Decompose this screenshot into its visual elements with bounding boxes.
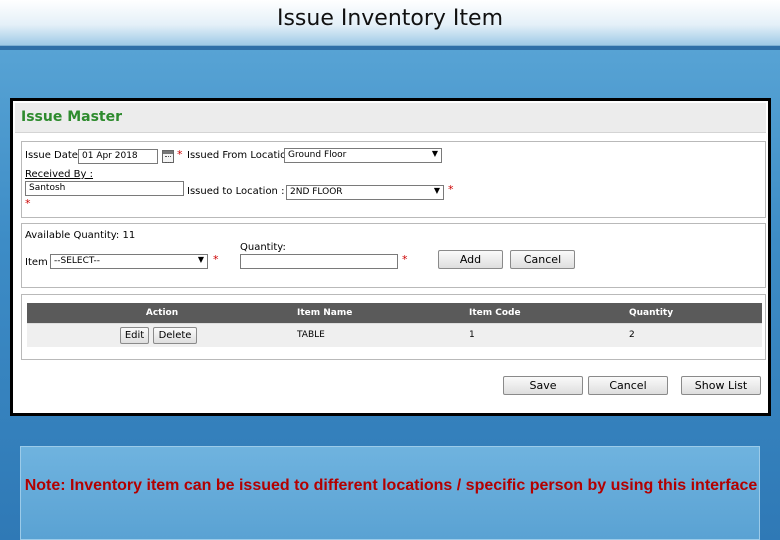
issued-from-value: Ground Floor (288, 150, 347, 160)
note-box: Note: Inventory item can be issued to di… (20, 446, 760, 540)
show-list-button[interactable]: Show List (681, 376, 761, 395)
chevron-down-icon: ▼ (197, 255, 204, 264)
add-button[interactable]: Add (438, 250, 503, 269)
quantity-required-mark: * (402, 253, 408, 266)
available-quantity-label: Available Quantity: 11 (25, 230, 136, 241)
table-header-row: Action Item Name Item Code Quantity (27, 303, 762, 323)
issued-from-label: Issued From Location: (187, 150, 297, 161)
issue-date-required-mark: * (177, 148, 183, 161)
issue-date-input[interactable]: 01 Apr 2018 (78, 149, 158, 164)
form-header-title: Issue Master (21, 109, 123, 125)
chevron-down-icon: ▼ (433, 186, 440, 195)
col-item-code: Item Code (465, 303, 625, 323)
issue-date-label: Issue Date : (25, 150, 85, 161)
edit-button[interactable]: Edit (120, 326, 149, 344)
delete-button[interactable]: Delete (153, 326, 197, 344)
issued-to-required-mark: * (448, 183, 454, 196)
issue-details-panel: Issue Date : 01 Apr 2018 * Issued From L… (21, 141, 766, 218)
cancel-button[interactable]: Cancel (588, 376, 668, 395)
save-button[interactable]: Save (503, 376, 583, 395)
item-select[interactable]: --SELECT-- ▼ (50, 254, 208, 269)
issued-to-label: Issued to Location : (187, 186, 285, 197)
slide-title: Issue Inventory Item (276, 6, 504, 31)
quantity-label: Quantity: (240, 242, 286, 253)
cancel-item-button[interactable]: Cancel (510, 250, 575, 269)
form-header: Issue Master (15, 103, 766, 133)
note-text: Note: Inventory item can be issued to di… (24, 477, 758, 494)
title-divider (0, 46, 780, 50)
col-quantity: Quantity (625, 303, 762, 323)
quantity-cell: 2 (625, 322, 762, 347)
chevron-down-icon: ▼ (431, 149, 438, 158)
received-by-label: Received By : (25, 169, 94, 180)
table-row: Edit Delete TABLE 1 2 (27, 322, 762, 347)
received-by-input[interactable]: Santosh (25, 181, 184, 196)
issued-to-value: 2ND FLOOR (290, 187, 343, 197)
item-code-cell: 1 (465, 322, 625, 347)
action-cell: Edit Delete (27, 322, 293, 347)
item-select-value: --SELECT-- (54, 256, 101, 266)
col-action: Action (27, 303, 293, 323)
col-item-name: Item Name (293, 303, 465, 323)
item-name-cell: TABLE (293, 322, 465, 347)
issued-to-select[interactable]: 2ND FLOOR ▼ (286, 185, 444, 200)
item-entry-panel: Available Quantity: 11 Quantity: Item : … (21, 223, 766, 288)
received-by-required-mark: * (25, 197, 31, 210)
item-required-mark: * (213, 253, 219, 266)
calendar-icon[interactable] (162, 150, 174, 163)
issue-master-window: Issue Master Issue Date : 01 Apr 2018 * … (10, 98, 771, 416)
quantity-input[interactable] (240, 254, 398, 269)
slide-title-bar: Issue Inventory Item (0, 0, 780, 46)
issued-from-select[interactable]: Ground Floor ▼ (284, 148, 442, 163)
item-table: Action Item Name Item Code Quantity Edit… (27, 303, 762, 347)
item-grid-panel: Action Item Name Item Code Quantity Edit… (21, 294, 766, 360)
